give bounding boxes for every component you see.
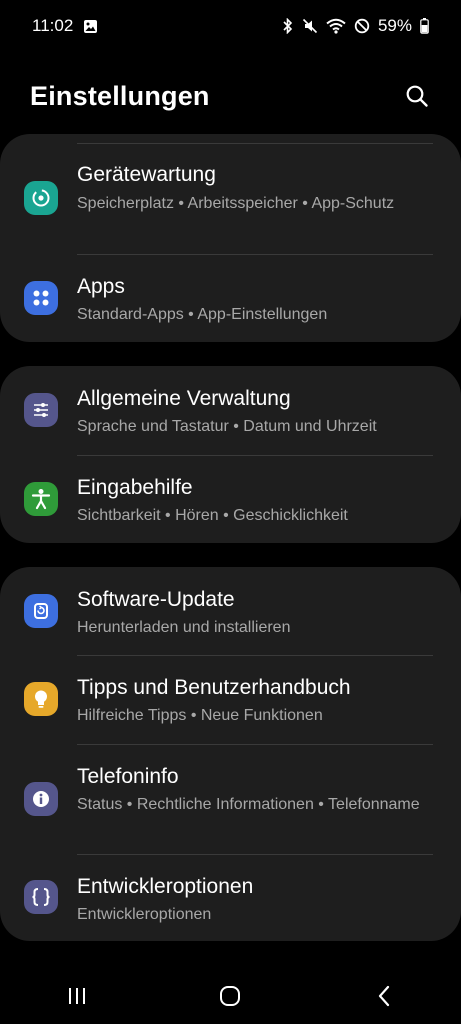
menu-item-title: Tipps und Benutzerhandbuch xyxy=(77,676,351,699)
menu-item-title: Eingabehilfe xyxy=(77,476,193,499)
menu-item-subtitle: Speicherplatz • Arbeitsspeicher • App-Sc… xyxy=(77,195,395,212)
image-icon xyxy=(83,19,98,34)
software-update-icon xyxy=(24,594,58,628)
menu-item-title: Entwickleroptionen xyxy=(77,875,254,898)
battery-icon xyxy=(420,18,429,34)
navigation-bar xyxy=(0,968,461,1024)
menu-item-title: Apps xyxy=(77,275,125,298)
search-button[interactable] xyxy=(401,80,433,112)
status-bar: 11:02 59% xyxy=(0,0,461,52)
menu-item-software-update[interactable]: Software-Update Herunterladen und instal… xyxy=(0,567,461,655)
recents-button[interactable] xyxy=(47,976,107,1016)
bluetooth-icon xyxy=(282,18,294,34)
apps-icon xyxy=(24,281,58,315)
accessibility-icon xyxy=(24,482,58,516)
sliders-icon xyxy=(24,393,58,427)
dnd-icon xyxy=(354,18,370,34)
menu-item-tips[interactable]: Tipps und Benutzerhandbuch Hilfreiche Ti… xyxy=(0,656,461,744)
menu-item-title: Software-Update xyxy=(77,588,235,611)
menu-item-subtitle: Standard-Apps • App-Einstellungen xyxy=(77,306,328,323)
lightbulb-icon xyxy=(24,682,58,716)
menu-item-subtitle: Sprache und Tastatur • Datum und Uhrzeit xyxy=(77,418,377,435)
menu-item-title: Gerätewartung xyxy=(77,163,216,186)
back-button[interactable] xyxy=(354,976,414,1016)
menu-item-subtitle: Status • Rechtliche Informationen • Tele… xyxy=(77,796,420,813)
page-title: Einstellungen xyxy=(30,80,210,111)
search-icon xyxy=(406,85,428,107)
menu-item-accessibility[interactable]: Eingabehilfe Sichtbarkeit • Hören • Gesc… xyxy=(0,456,461,543)
menu-item-phone-info[interactable]: Telefoninfo Status • Rechtliche Informat… xyxy=(0,745,461,854)
menu-item-subtitle: Herunterladen und installieren xyxy=(77,619,291,636)
device-care-icon xyxy=(24,181,58,215)
menu-item-apps[interactable]: Apps Standard-Apps • App-Einstellungen xyxy=(0,255,461,342)
menu-item-subtitle: Sichtbarkeit • Hören • Geschicklichkeit xyxy=(77,507,348,524)
status-time: 11:02 xyxy=(32,16,74,35)
settings-group-1: Gerätewartung Speicherplatz • Arbeitsspe… xyxy=(0,134,461,342)
menu-item-device-care[interactable]: Gerätewartung Speicherplatz • Arbeitsspe… xyxy=(0,144,461,254)
menu-item-subtitle: Hilfreiche Tipps • Neue Funktionen xyxy=(77,707,323,724)
menu-item-developer-options[interactable]: Entwickleroptionen Entwickleroptionen xyxy=(0,855,461,941)
info-icon xyxy=(24,782,58,816)
menu-item-title: Allgemeine Verwaltung xyxy=(77,387,291,410)
settings-group-2: Allgemeine Verwaltung Sprache und Tastat… xyxy=(0,366,461,543)
wifi-icon xyxy=(326,18,346,34)
menu-item-title: Telefoninfo xyxy=(77,765,179,788)
home-icon xyxy=(220,986,241,1006)
mute-icon xyxy=(302,18,318,34)
menu-item-general-management[interactable]: Allgemeine Verwaltung Sprache und Tastat… xyxy=(0,366,461,455)
code-braces-icon xyxy=(24,880,58,914)
header: Einstellungen xyxy=(0,72,461,120)
menu-item-subtitle: Entwickleroptionen xyxy=(77,906,212,923)
recents-icon xyxy=(68,988,85,1004)
back-icon xyxy=(379,985,390,1007)
battery-percent: 59% xyxy=(377,16,412,35)
settings-group-3: Software-Update Herunterladen und instal… xyxy=(0,567,461,941)
home-button[interactable] xyxy=(200,976,260,1016)
